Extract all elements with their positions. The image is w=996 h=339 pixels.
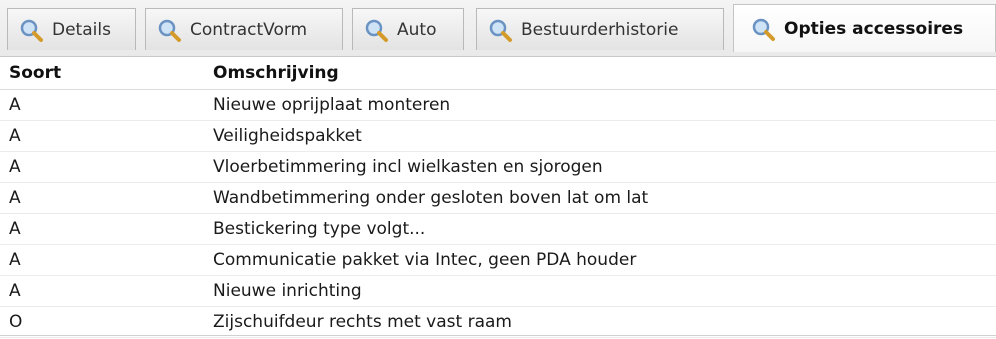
cell-soort: A	[9, 219, 21, 239]
cell-omschrijving: Wandbetimmering onder gesloten boven lat…	[213, 188, 649, 208]
tab-contractvorm[interactable]: ContractVorm	[145, 8, 343, 50]
table-row[interactable]: A Veiligheidspakket	[0, 121, 996, 152]
magnifier-icon	[365, 19, 388, 42]
table-bottom-border	[0, 335, 996, 336]
column-header-soort[interactable]: Soort	[9, 63, 61, 83]
table-row[interactable]: O Zijschuifdeur rechts met vast raam	[0, 307, 996, 338]
cell-omschrijving: Bestickering type volgt...	[213, 219, 426, 239]
cell-omschrijving: Vloerbetimmering incl wielkasten en sjor…	[213, 157, 603, 177]
tab-auto[interactable]: Auto	[352, 8, 464, 50]
tab-details[interactable]: Details	[7, 8, 136, 50]
table-header: Soort Omschrijving	[0, 57, 996, 90]
cell-omschrijving: Communicatie pakket via Intec, geen PDA …	[213, 250, 637, 270]
cell-soort: A	[9, 250, 21, 270]
cell-soort: A	[9, 126, 21, 146]
cell-omschrijving: Nieuwe inrichting	[213, 281, 362, 301]
tab-label: ContractVorm	[190, 19, 308, 40]
tab-bestuurderhistorie[interactable]: Bestuurderhistorie	[476, 8, 724, 50]
tab-bar: Details ContractVorm Auto Bestuurderhist…	[0, 0, 996, 57]
table-row[interactable]: A Wandbetimmering onder gesloten boven l…	[0, 183, 996, 214]
table-row[interactable]: A Nieuwe oprijplaat monteren	[0, 90, 996, 121]
table-row[interactable]: A Bestickering type volgt...	[0, 214, 996, 245]
tab-label: Details	[52, 19, 111, 40]
magnifier-icon	[20, 19, 43, 42]
cell-omschrijving: Nieuwe oprijplaat monteren	[213, 95, 451, 115]
table-row[interactable]: A Vloerbetimmering incl wielkasten en sj…	[0, 152, 996, 183]
cell-omschrijving: Veiligheidspakket	[213, 126, 362, 146]
magnifier-icon	[752, 18, 775, 41]
cell-soort: A	[9, 188, 21, 208]
cell-soort: A	[9, 157, 21, 177]
tab-opties-accessoires[interactable]: Opties accessoires	[733, 4, 996, 52]
column-header-omschrijving[interactable]: Omschrijving	[213, 63, 339, 83]
cell-soort: O	[9, 312, 23, 332]
tab-label: Opties accessoires	[784, 18, 964, 39]
tab-label: Auto	[397, 19, 437, 40]
cell-soort: A	[9, 95, 21, 115]
options-table: Soort Omschrijving A Nieuwe oprijplaat m…	[0, 57, 996, 338]
tab-label: Bestuurderhistorie	[521, 19, 679, 40]
cell-omschrijving: Zijschuifdeur rechts met vast raam	[213, 312, 512, 332]
cell-soort: A	[9, 281, 21, 301]
magnifier-icon	[489, 19, 512, 42]
table-row[interactable]: A Communicatie pakket via Intec, geen PD…	[0, 245, 996, 276]
magnifier-icon	[158, 19, 181, 42]
table-row[interactable]: A Nieuwe inrichting	[0, 276, 996, 307]
